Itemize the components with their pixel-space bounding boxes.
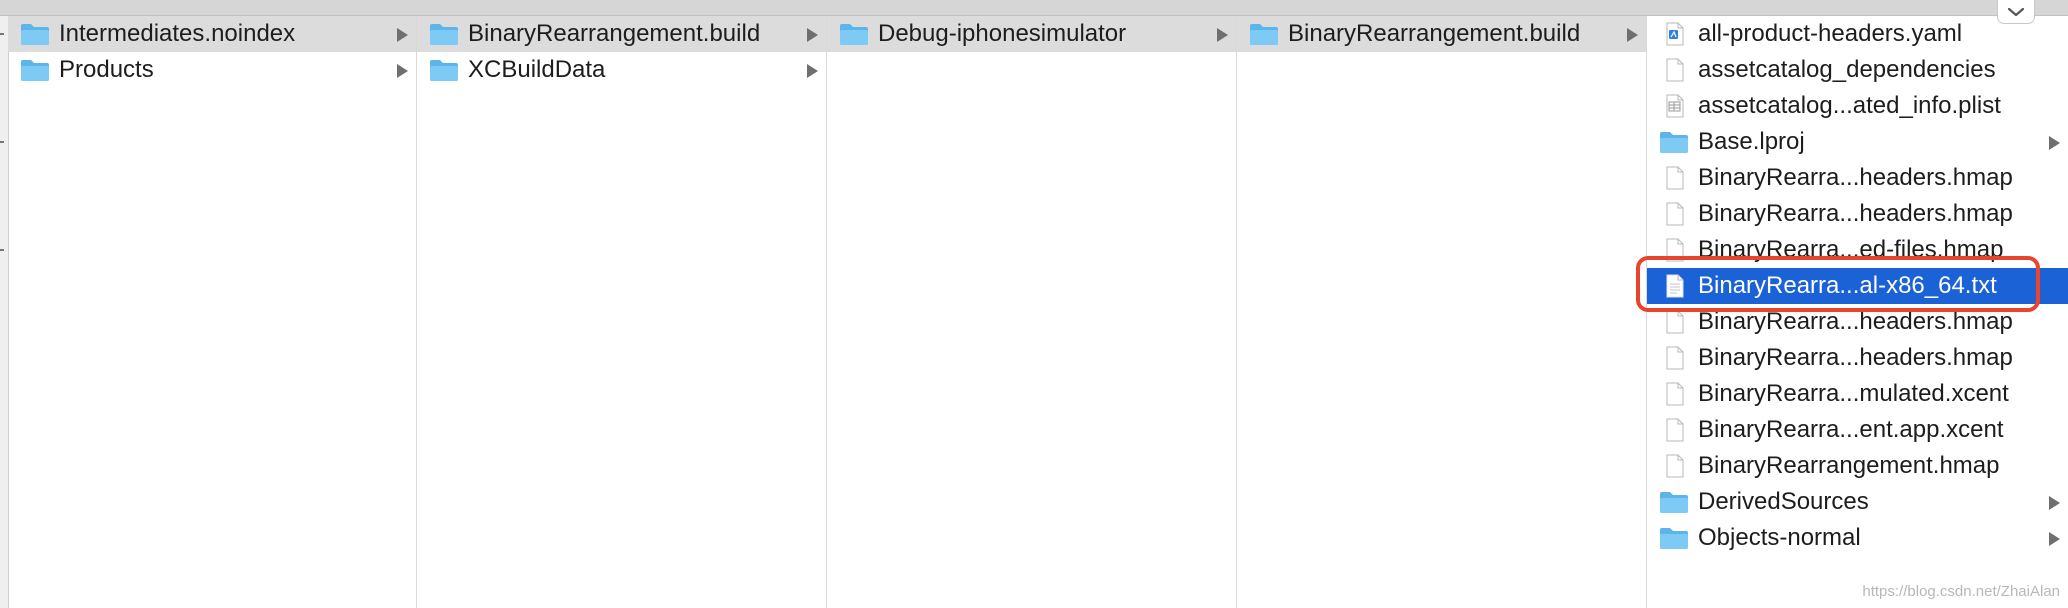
item-label: assetcatalog...ated_info.plist [1698,92,2001,119]
disclosure-arrow-icon [397,64,408,78]
item-label: BinaryRearrangement.build [468,20,761,47]
document-icon [1659,238,1689,262]
folder-icon [20,58,50,82]
disclosure-arrow-icon [1627,28,1638,42]
folder-icon [1659,526,1689,550]
list-item[interactable]: BinaryRearrangement.hmap [1647,448,2068,484]
window-top-bar [0,0,2068,16]
plist-file-icon [1659,94,1689,118]
list-item[interactable]: BinaryRearra...headers.hmap [1647,340,2068,376]
list-item[interactable]: BinaryRearra...ent.app.xcent [1647,412,2068,448]
disclosure-arrow-icon [807,28,818,42]
browser-column-1[interactable]: Intermediates.noindex Products [8,16,417,608]
disclosure-arrow-icon [807,64,818,78]
item-label: Debug-iphonesimulator [878,20,1127,47]
item-label: BinaryRearra...headers.hmap [1698,308,2013,335]
list-item[interactable]: assetcatalog...ated_info.plist [1647,88,2068,124]
chevron-down-button[interactable] [1997,0,2035,24]
item-label: Objects-normal [1698,524,1861,551]
item-label: Products [59,56,154,83]
item-label: BinaryRearra...headers.hmap [1698,344,2013,371]
disclosure-arrow-icon [2049,136,2060,150]
item-label: BinaryRearra...ed-files.hmap [1698,236,2004,263]
document-icon [1659,58,1689,82]
list-item[interactable]: BinaryRearra...headers.hmap [1647,160,2068,196]
folder-icon [1249,22,1279,46]
list-item[interactable]: DerivedSources [1647,484,2068,520]
item-label: XCBuildData [468,56,606,83]
folder-icon [1659,130,1689,154]
folder-icon [20,22,50,46]
document-icon [1659,202,1689,226]
list-item[interactable]: Debug-iphonesimulator [827,16,1236,52]
list-item[interactable]: BinaryRearrangement.build [1237,16,1646,52]
disclosure-arrow-icon [2049,532,2060,546]
folder-icon [429,58,459,82]
item-label: BinaryRearra...ent.app.xcent [1698,416,2004,443]
watermark: https://blog.csdn.net/ZhaiAlan [1862,583,2060,600]
document-icon [1659,310,1689,334]
item-label: BinaryRearrangement.hmap [1698,452,2000,479]
disclosure-arrow-icon [1217,28,1228,42]
document-icon [1659,454,1689,478]
chevron-down-icon [2007,7,2025,16]
item-label: BinaryRearrangement.build [1288,20,1581,47]
browser-column-5[interactable]: all-product-headers.yaml assetcatalog_de… [1647,16,2068,608]
browser-column-2[interactable]: BinaryRearrangement.build XCBuildData [417,16,827,608]
edge-tick [0,249,4,251]
list-item[interactable]: Base.lproj [1647,124,2068,160]
folder-icon [1659,490,1689,514]
document-icon [1659,346,1689,370]
list-item-selected[interactable]: BinaryRearra...al-x86_64.txt [1647,268,2068,304]
list-item[interactable]: Products [8,52,416,88]
disclosure-arrow-icon [2049,496,2060,510]
list-item[interactable]: BinaryRearrangement.build [417,16,826,52]
folder-icon [429,22,459,46]
list-item[interactable]: BinaryRearra...ed-files.hmap [1647,232,2068,268]
text-file-icon [1659,274,1689,298]
edge-tick [0,33,4,35]
item-label: assetcatalog_dependencies [1698,56,1996,83]
list-item[interactable]: XCBuildData [417,52,826,88]
disclosure-arrow-icon [397,28,408,42]
item-label: Base.lproj [1698,128,1805,155]
yaml-file-icon [1659,22,1689,46]
item-label: Intermediates.noindex [59,20,296,47]
document-icon [1659,418,1689,442]
list-item[interactable]: BinaryRearra...mulated.xcent [1647,376,2068,412]
item-label: all-product-headers.yaml [1698,20,1963,47]
item-label: BinaryRearra...mulated.xcent [1698,380,2009,407]
item-label: DerivedSources [1698,488,1869,515]
document-icon [1659,166,1689,190]
list-item[interactable]: BinaryRearra...headers.hmap [1647,196,2068,232]
browser-column-4[interactable]: BinaryRearrangement.build [1237,16,1647,608]
item-label: BinaryRearra...al-x86_64.txt [1698,272,1997,299]
list-item[interactable]: Objects-normal [1647,520,2068,556]
folder-icon [839,22,869,46]
item-label: BinaryRearra...headers.hmap [1698,164,2013,191]
document-icon [1659,382,1689,406]
browser-column-3[interactable]: Debug-iphonesimulator [827,16,1237,608]
list-item[interactable]: Intermediates.noindex [8,16,416,52]
list-item[interactable]: assetcatalog_dependencies [1647,52,2068,88]
edge-tick [0,141,4,143]
item-label: BinaryRearra...headers.hmap [1698,200,2013,227]
list-item[interactable]: BinaryRearra...headers.hmap [1647,304,2068,340]
